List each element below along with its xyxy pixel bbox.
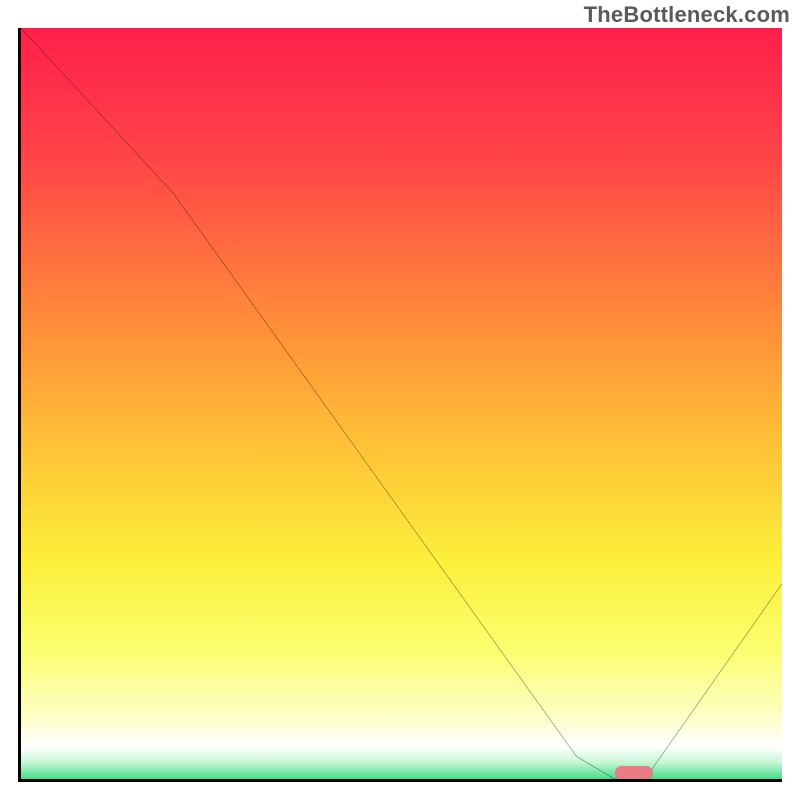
plot-area: [18, 28, 782, 782]
optimal-range-marker: [615, 766, 653, 780]
watermark-label: TheBottleneck.com: [584, 2, 790, 28]
chart-line: [21, 28, 782, 779]
chart-container: TheBottleneck.com: [0, 0, 800, 800]
